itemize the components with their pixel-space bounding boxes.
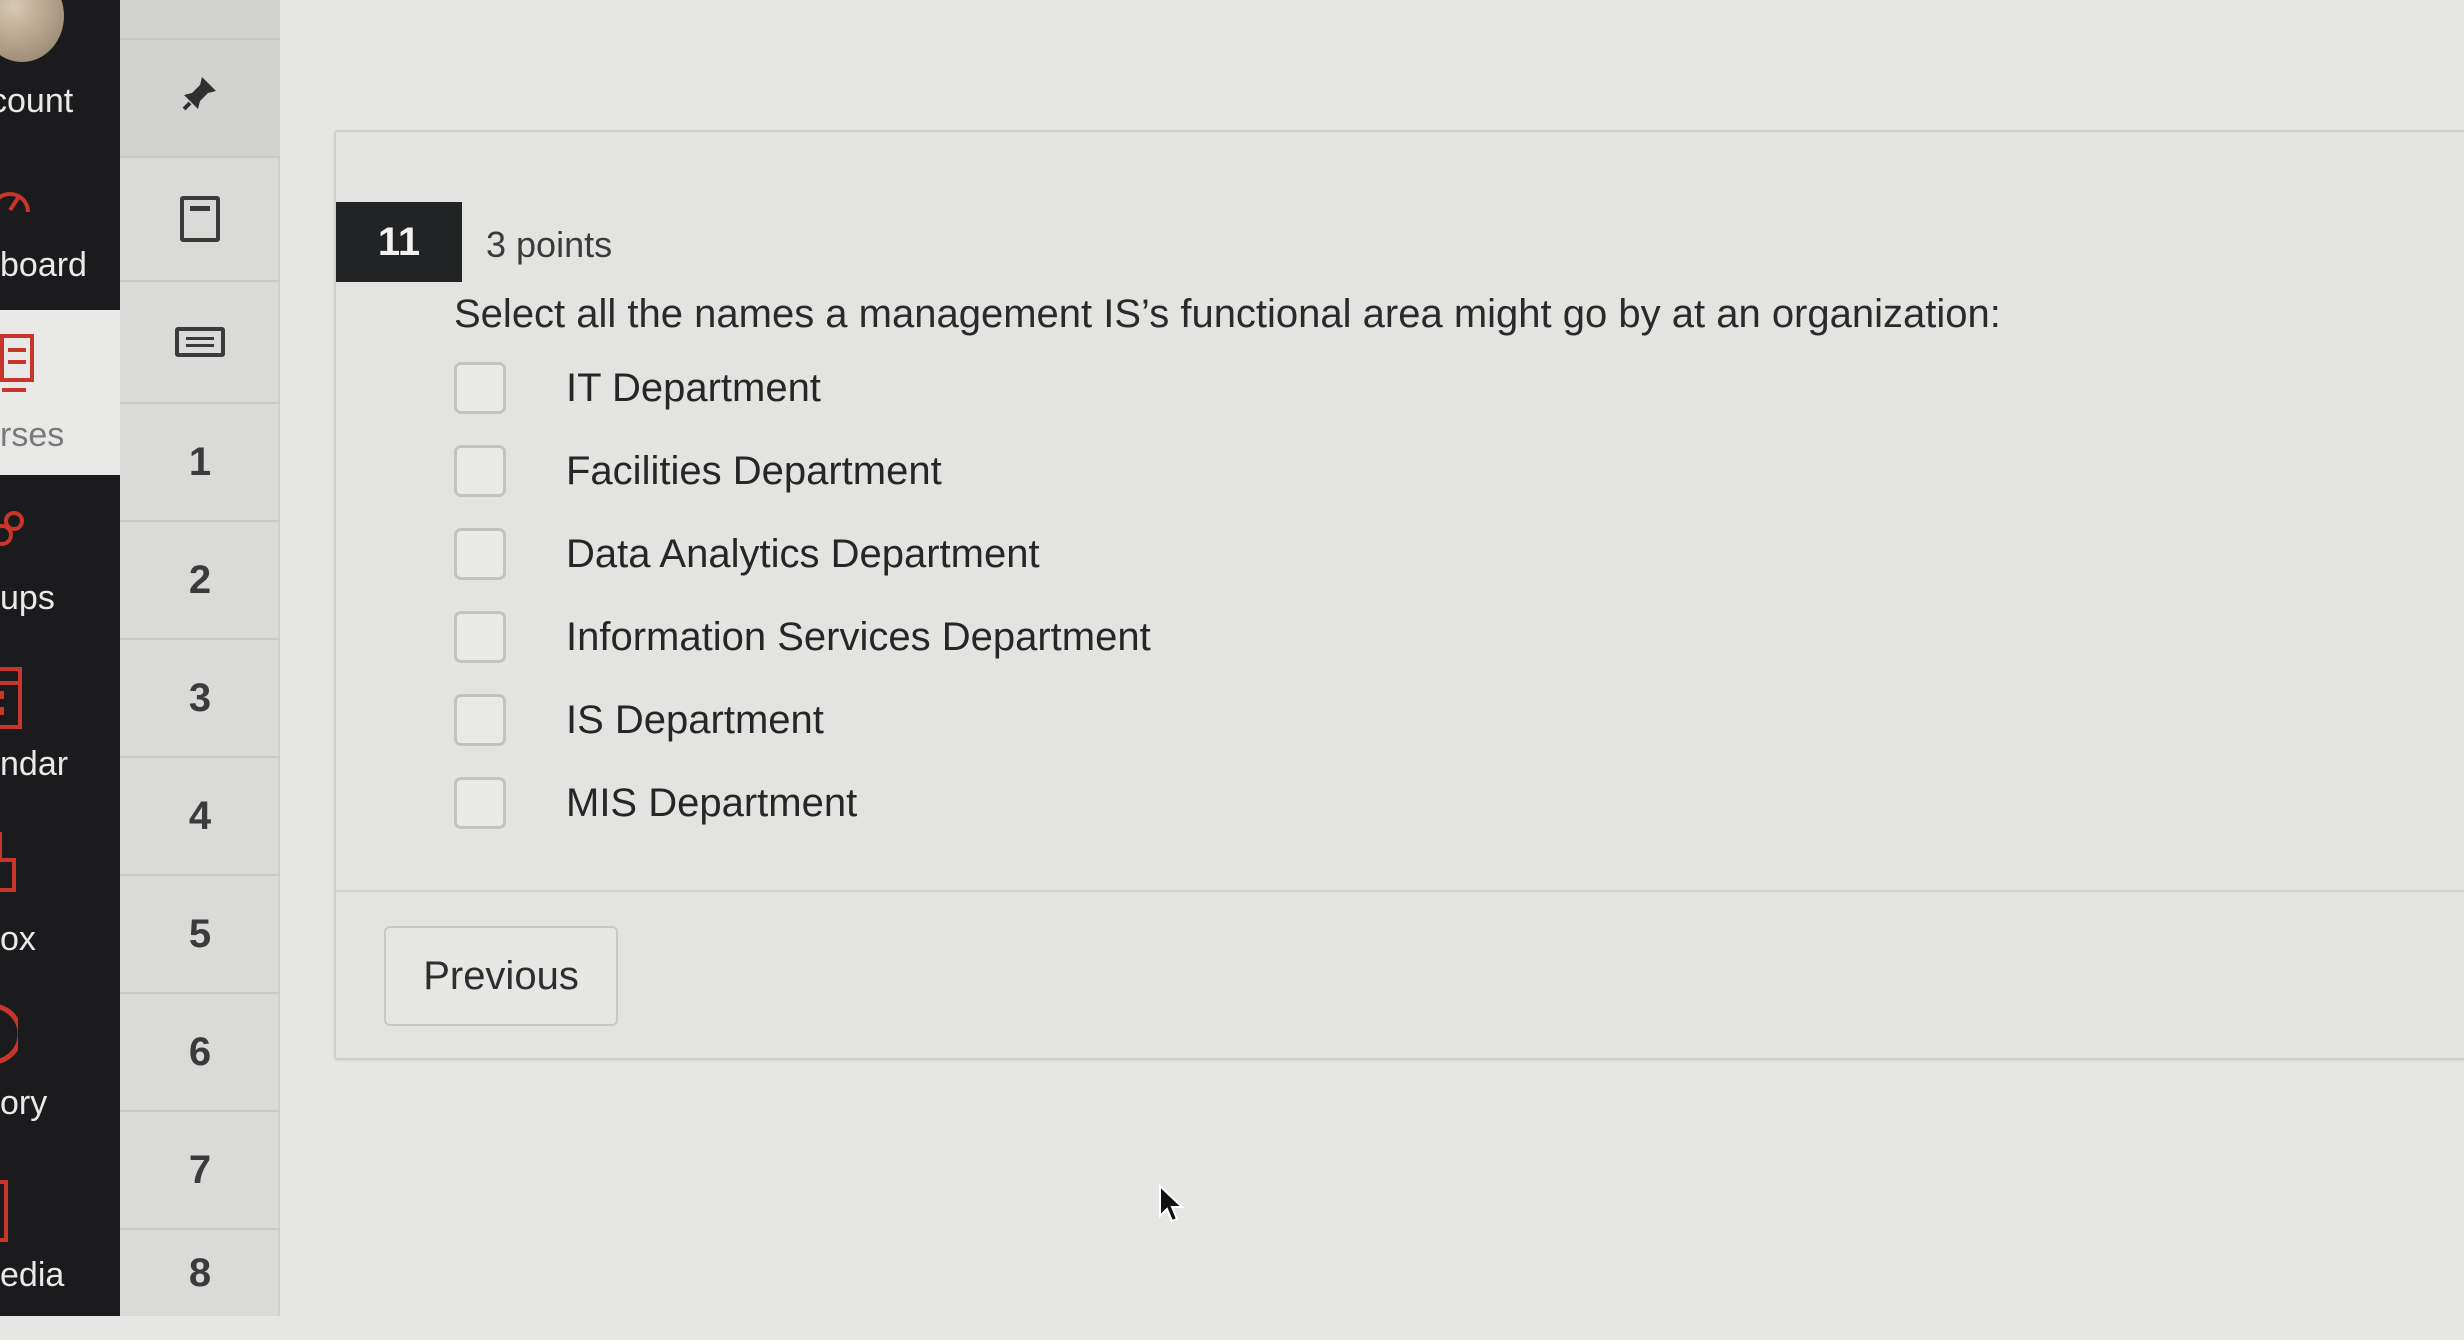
question-nav: 1 2 3 4 5 6 7 8 xyxy=(120,0,280,1316)
history-icon xyxy=(0,1002,28,1064)
inbox-icon xyxy=(0,830,28,892)
question-nav-item[interactable]: 1 xyxy=(120,404,280,522)
previous-button[interactable]: Previous xyxy=(384,926,618,1026)
answer-option[interactable]: IT Department xyxy=(454,358,821,418)
question-nav-item[interactable]: 4 xyxy=(120,758,280,876)
nav-item-calendar[interactable]: ndar xyxy=(0,665,120,825)
mouse-cursor-icon xyxy=(1158,1183,1186,1224)
answer-label[interactable]: Facilities Department xyxy=(566,449,942,494)
answer-option[interactable]: Information Services Department xyxy=(454,607,1151,667)
courses-icon xyxy=(0,334,40,392)
answer-checkbox[interactable] xyxy=(454,362,506,414)
question-text: Select all the names a management IS’s f… xyxy=(454,292,2001,336)
nav-item-groups[interactable]: ups xyxy=(0,505,120,665)
card-divider xyxy=(336,890,2464,892)
calculator-button[interactable] xyxy=(120,158,280,282)
notes-icon xyxy=(175,327,225,357)
answer-checkbox[interactable] xyxy=(454,694,506,746)
notes-button[interactable] xyxy=(120,282,280,404)
answer-option[interactable]: MIS Department xyxy=(454,773,857,833)
question-nav-item[interactable]: 7 xyxy=(120,1112,280,1230)
question-nav-item[interactable]: 6 xyxy=(120,994,280,1112)
media-icon xyxy=(0,1180,28,1242)
user-avatar-icon[interactable] xyxy=(0,0,64,62)
question-nav-item[interactable]: 3 xyxy=(120,640,280,758)
calendar-icon xyxy=(0,665,28,729)
global-nav: count board rses ups ndar ox ory xyxy=(0,0,122,1316)
nav-item-dashboard[interactable]: board xyxy=(0,170,120,330)
answer-label[interactable]: Data Analytics Department xyxy=(566,532,1040,577)
dashboard-icon xyxy=(0,182,30,222)
calculator-icon xyxy=(180,196,220,242)
question-nav-item[interactable]: 5 xyxy=(120,876,280,994)
question-nav-item[interactable]: 2 xyxy=(120,522,280,640)
nav-item-history[interactable]: ory xyxy=(0,1000,120,1160)
question-points: 3 points xyxy=(486,224,613,265)
answer-option[interactable]: Data Analytics Department xyxy=(454,524,1040,584)
answer-checkbox[interactable] xyxy=(454,777,506,829)
nav-item-media[interactable]: edia xyxy=(0,1180,120,1340)
answer-option[interactable]: IS Department xyxy=(454,690,824,750)
answer-checkbox[interactable] xyxy=(454,445,506,497)
question-card: 11 3 points Select all the names a manag… xyxy=(334,130,2464,1060)
answer-label[interactable]: MIS Department xyxy=(566,781,857,826)
nav-item-courses[interactable]: rses xyxy=(0,310,122,475)
answer-label[interactable]: IT Department xyxy=(566,366,821,411)
answer-label[interactable]: Information Services Department xyxy=(566,615,1151,660)
answer-option[interactable]: Facilities Department xyxy=(454,441,942,501)
answer-checkbox[interactable] xyxy=(454,611,506,663)
pin-button[interactable] xyxy=(120,40,280,158)
nav-item-inbox[interactable]: ox xyxy=(0,830,120,990)
groups-icon xyxy=(0,509,28,549)
pin-icon xyxy=(182,75,218,121)
question-nav-top xyxy=(120,0,280,40)
question-nav-item[interactable]: 8 xyxy=(120,1230,280,1316)
question-number: 11 xyxy=(336,202,462,282)
answer-checkbox[interactable] xyxy=(454,528,506,580)
answer-label[interactable]: IS Department xyxy=(566,698,824,743)
